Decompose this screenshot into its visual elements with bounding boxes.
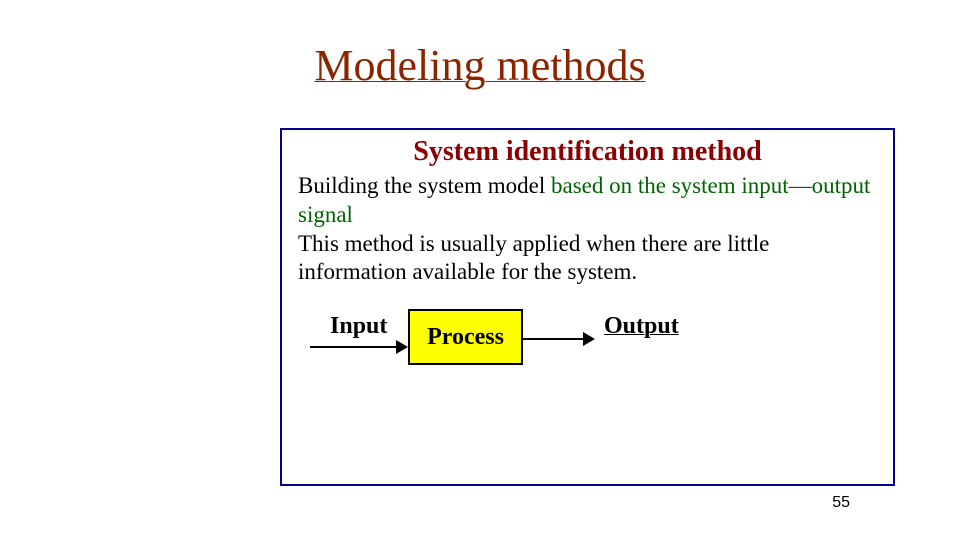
subtitle: System identification method xyxy=(292,136,883,168)
page-title: Modeling methods xyxy=(0,40,960,91)
diagram-output-label: Output xyxy=(604,313,679,340)
diagram: Input Process Output xyxy=(292,315,883,385)
content-box: System identification method Building th… xyxy=(280,128,895,486)
slide: Modeling methods System identification m… xyxy=(0,0,960,540)
diagram-input-label: Input xyxy=(330,313,387,340)
diagram-process-label: Process xyxy=(427,324,504,351)
diagram-process-box: Process xyxy=(408,309,523,365)
body-line2: This method is usually applied when ther… xyxy=(298,231,769,285)
arrow-right-icon xyxy=(310,337,410,357)
body-text: Building the system model based on the s… xyxy=(292,172,883,287)
page-number: 55 xyxy=(832,494,850,512)
body-line1-black: Building the system model xyxy=(298,173,551,198)
arrow-right-icon xyxy=(523,333,603,353)
